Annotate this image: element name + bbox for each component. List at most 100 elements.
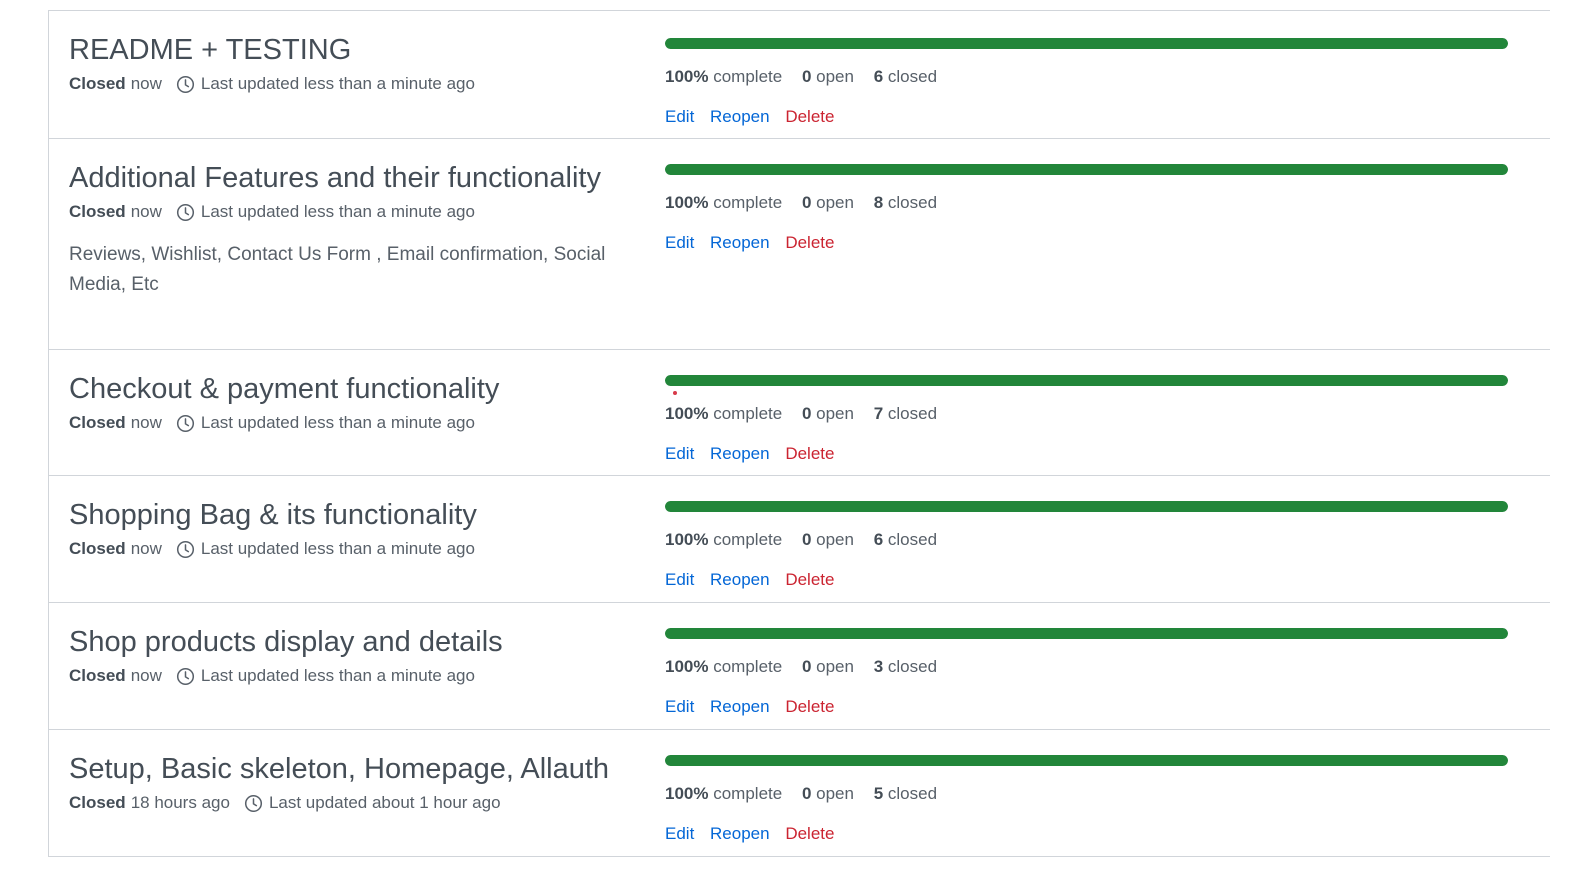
closed-count: 5 <box>873 784 884 803</box>
milestone-actions: Edit Reopen Delete <box>665 107 1530 127</box>
milestone-stats: 100% complete 0 open 5 closed <box>665 784 1530 804</box>
milestone-info: Setup, Basic skeleton, Homepage, Allauth… <box>49 730 665 856</box>
milestone-meta: Closed now Last updated less than a minu… <box>69 539 665 559</box>
closed-count: 3 <box>873 657 884 676</box>
progress-bar <box>665 628 1508 639</box>
reopen-link[interactable]: Reopen <box>710 444 770 463</box>
delete-link[interactable]: Delete <box>785 233 834 252</box>
status-time: now <box>130 666 162 685</box>
reopen-link[interactable]: Reopen <box>710 233 770 252</box>
edit-link[interactable]: Edit <box>665 233 694 252</box>
open-label: open <box>816 657 854 676</box>
clock-icon <box>176 540 194 558</box>
status-time: now <box>130 202 162 221</box>
milestone-title[interactable]: README + TESTING <box>69 36 665 65</box>
milestone-stats: 100% complete 0 open 6 closed <box>665 530 1530 550</box>
milestone-meta: Closed now Last updated less than a minu… <box>69 74 665 94</box>
milestone-meta: Closed 18 hours ago Last updated about 1… <box>69 793 665 813</box>
status-label: Closed <box>69 74 126 93</box>
milestone-info: Shopping Bag & its functionality Closed … <box>49 476 665 602</box>
milestone-progress: 100% complete 0 open 6 closed Edit Reope… <box>665 476 1550 602</box>
percent-value: 100% <box>665 657 709 676</box>
progress-fill <box>665 755 1508 766</box>
milestone-title[interactable]: Checkout & payment functionality <box>69 375 665 404</box>
milestone-progress: 100% complete 0 open 3 closed Edit Reope… <box>665 603 1550 729</box>
clock-icon <box>176 203 194 221</box>
status-label: Closed <box>69 793 126 812</box>
last-updated: Last updated less than a minute ago <box>200 74 475 93</box>
milestone-row: Setup, Basic skeleton, Homepage, Allauth… <box>49 730 1550 857</box>
milestone-row: Shopping Bag & its functionality Closed … <box>49 476 1550 603</box>
last-updated: Last updated less than a minute ago <box>200 539 475 558</box>
milestone-stats: 100% complete 0 open 3 closed <box>665 657 1530 677</box>
reopen-link[interactable]: Reopen <box>710 824 770 843</box>
complete-label: complete <box>713 530 783 549</box>
milestone-title[interactable]: Shopping Bag & its functionality <box>69 501 665 530</box>
open-label: open <box>816 67 854 86</box>
milestone-actions: Edit Reopen Delete <box>665 824 1530 844</box>
progress-fill <box>665 164 1508 175</box>
open-label: open <box>816 530 854 549</box>
delete-link[interactable]: Delete <box>785 697 834 716</box>
open-label: open <box>816 784 854 803</box>
status-time: 18 hours ago <box>130 793 230 812</box>
percent-value: 100% <box>665 193 709 212</box>
percent-value: 100% <box>665 67 709 86</box>
delete-link[interactable]: Delete <box>785 107 834 126</box>
open-label: open <box>816 193 854 212</box>
closed-label: closed <box>887 784 938 803</box>
delete-link[interactable]: Delete <box>785 570 834 589</box>
clock-icon <box>176 414 194 432</box>
edit-link[interactable]: Edit <box>665 444 694 463</box>
milestone-description: Reviews, Wishlist, Contact Us Form , Ema… <box>69 244 606 295</box>
edit-link[interactable]: Edit <box>665 570 694 589</box>
reopen-link[interactable]: Reopen <box>710 697 770 716</box>
progress-bar <box>665 164 1508 175</box>
milestone-meta: Closed now Last updated less than a minu… <box>69 413 665 433</box>
milestone-row: Shop products display and details Closed… <box>49 603 1550 730</box>
progress-bar <box>665 755 1508 766</box>
last-updated: Last updated about 1 hour ago <box>268 793 501 812</box>
progress-fill <box>665 38 1508 49</box>
complete-label: complete <box>713 657 783 676</box>
reopen-link[interactable]: Reopen <box>710 570 770 589</box>
edit-link[interactable]: Edit <box>665 107 694 126</box>
open-count: 0 <box>801 404 812 423</box>
cursor-dot <box>673 391 677 395</box>
milestone-info: Additional Features and their functional… <box>49 139 665 349</box>
milestone-progress: 100% complete 0 open 5 closed Edit Reope… <box>665 730 1550 856</box>
reopen-link[interactable]: Reopen <box>710 107 770 126</box>
milestone-title[interactable]: Additional Features and their functional… <box>69 164 665 193</box>
milestone-list: README + TESTING Closed now Last updated… <box>48 10 1550 857</box>
milestone-info: Shop products display and details Closed… <box>49 603 665 729</box>
last-updated: Last updated less than a minute ago <box>200 413 475 432</box>
clock-icon <box>244 794 262 812</box>
progress-fill <box>665 501 1508 512</box>
milestone-title[interactable]: Shop products display and details <box>69 628 665 657</box>
open-count: 0 <box>801 530 812 549</box>
milestone-actions: Edit Reopen Delete <box>665 697 1530 717</box>
milestone-meta: Closed now Last updated less than a minu… <box>69 202 665 222</box>
milestone-stats: 100% complete 0 open 7 closed <box>665 404 1530 424</box>
milestone-actions: Edit Reopen Delete <box>665 570 1530 590</box>
status-label: Closed <box>69 413 126 432</box>
milestone-progress: 100% complete 0 open 8 closed Edit Reope… <box>665 139 1550 349</box>
progress-fill <box>665 628 1508 639</box>
progress-bar <box>665 501 1508 512</box>
milestone-actions: Edit Reopen Delete <box>665 233 1530 253</box>
edit-link[interactable]: Edit <box>665 697 694 716</box>
closed-label: closed <box>887 530 938 549</box>
status-time: now <box>130 413 162 432</box>
delete-link[interactable]: Delete <box>785 824 834 843</box>
delete-link[interactable]: Delete <box>785 444 834 463</box>
milestone-stats: 100% complete 0 open 6 closed <box>665 67 1530 87</box>
milestone-row: README + TESTING Closed now Last updated… <box>49 11 1550 139</box>
milestone-progress: 100% complete 0 open 7 closed Edit Reope… <box>665 350 1550 475</box>
open-label: open <box>816 404 854 423</box>
open-count: 0 <box>801 784 812 803</box>
milestone-info: Checkout & payment functionality Closed … <box>49 350 665 475</box>
edit-link[interactable]: Edit <box>665 824 694 843</box>
milestone-title[interactable]: Setup, Basic skeleton, Homepage, Allauth <box>69 755 665 784</box>
open-count: 0 <box>801 193 812 212</box>
milestone-info: README + TESTING Closed now Last updated… <box>49 11 665 138</box>
